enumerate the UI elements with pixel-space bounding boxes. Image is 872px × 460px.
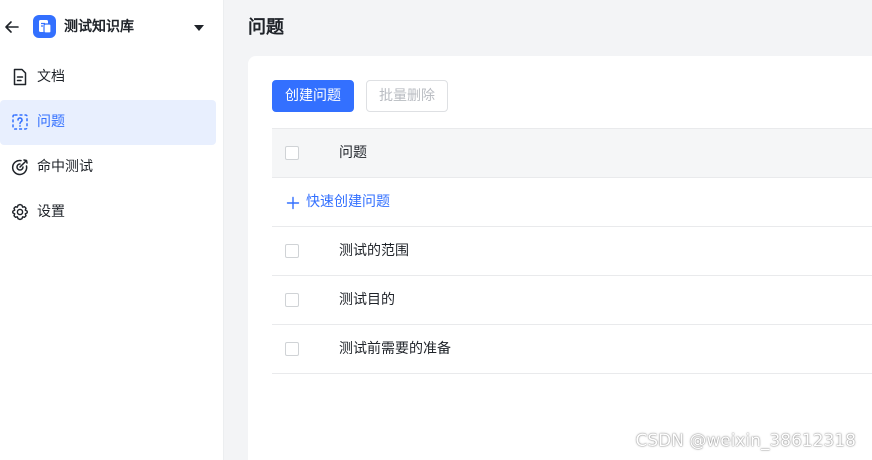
sidebar-item-hit-test[interactable]: 命中测试 [0,145,216,190]
quick-add-row: 快速创建问题 [272,178,872,227]
question-text: 测试的范围 [339,243,409,259]
row-checkbox[interactable] [285,342,299,356]
batch-delete-button[interactable]: 批量删除 [366,80,448,112]
questions-table: 问题 快速创建问题 测试的范围 测试目的 测试前需要的准备 [272,128,872,374]
sidebar-item-questions[interactable]: 问题 [0,100,216,145]
knowledge-base-header: 测试知识库 [0,0,224,54]
row-checkbox[interactable] [285,293,299,307]
table-row[interactable]: 测试前需要的准备 [272,325,872,374]
sidebar-item-settings[interactable]: 设置 [0,190,216,235]
watermark: CSDN @weixin_38612318 [635,431,856,451]
knowledge-base-name: 测试知识库 [64,19,134,35]
gear-icon [10,202,30,222]
question-text: 测试目的 [339,292,395,308]
question-icon [10,112,30,132]
knowledge-base-logo-icon [33,15,56,38]
target-icon [10,157,30,177]
sidebar-item-label: 文档 [37,69,65,85]
row-checkbox[interactable] [285,244,299,258]
caret-down-icon[interactable] [192,20,206,34]
table-header: 问题 [272,128,872,178]
plus-icon [286,195,300,210]
sidebar-item-label: 命中测试 [37,159,93,175]
sidebar-item-label: 问题 [37,114,65,130]
questions-panel: 创建问题 批量删除 问题 快速创建问题 测试的范围 测试目的 测试前需要的准备 [248,56,872,460]
table-row[interactable]: 测试的范围 [272,227,872,276]
sidebar-item-label: 设置 [37,204,65,220]
document-icon [10,67,30,87]
sidebar-nav: 文档 问题 命中测试 设置 [0,55,224,235]
sidebar: 测试知识库 文档 问题 命中测试 设置 [0,0,224,460]
sidebar-item-documents[interactable]: 文档 [0,55,216,100]
select-all-checkbox[interactable] [285,146,299,160]
back-arrow-icon[interactable] [2,17,22,37]
table-row[interactable]: 测试目的 [272,276,872,325]
page-title: 问题 [248,17,284,38]
create-question-button[interactable]: 创建问题 [272,80,354,112]
question-text: 测试前需要的准备 [339,341,451,357]
column-header-question: 问题 [339,145,367,161]
quick-add-label: 快速创建问题 [306,194,390,210]
quick-add-question-button[interactable]: 快速创建问题 [286,193,390,211]
